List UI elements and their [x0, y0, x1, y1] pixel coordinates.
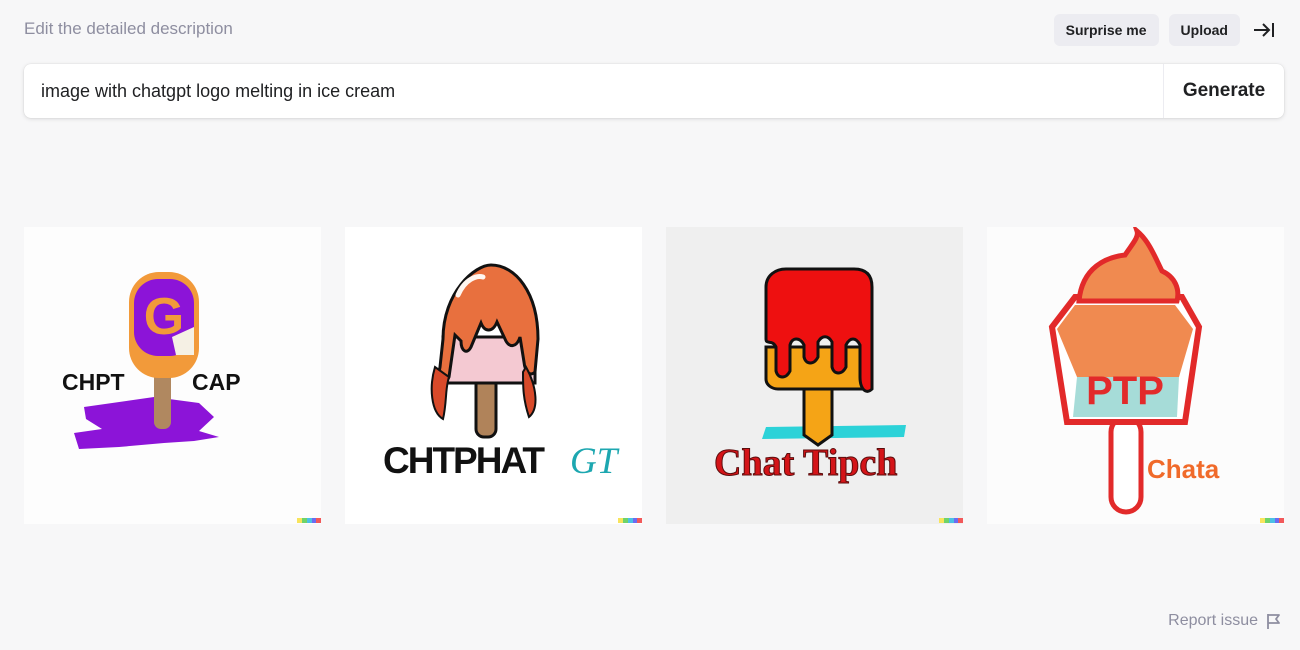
flag-icon — [1267, 613, 1280, 629]
report-issue-label: Report issue — [1168, 612, 1258, 629]
generated-image-3[interactable]: Chat Tipch — [666, 227, 963, 524]
popsicle-stick — [1108, 414, 1144, 515]
watermark-strip — [939, 518, 963, 523]
watermark-strip — [618, 518, 642, 523]
generated-image-4[interactable]: PTP Chata — [987, 227, 1284, 524]
popsicle-stick — [474, 375, 498, 439]
generate-button[interactable]: Generate — [1163, 64, 1284, 118]
image-text: CAP — [192, 369, 241, 395]
image-text: Chat Tipch — [714, 442, 897, 484]
image-text: Chata — [1147, 454, 1220, 484]
surprise-me-button[interactable]: Surprise me — [1053, 14, 1159, 46]
cream-swirl — [1076, 227, 1181, 304]
prompt-input[interactable] — [24, 64, 1163, 118]
watermark-strip — [1260, 518, 1284, 523]
image-text: CHPT — [62, 369, 125, 395]
report-issue-link[interactable]: Report issue — [1168, 612, 1282, 630]
generated-image-1[interactable]: G CHPT CAP — [24, 227, 321, 524]
upload-button[interactable]: Upload — [1168, 14, 1240, 46]
description-label: Edit the detailed description — [24, 19, 233, 38]
purple-melt-puddle — [74, 397, 219, 449]
prompt-bar: Generate — [24, 64, 1284, 118]
watermark-strip — [297, 518, 321, 523]
image-text: GT — [570, 441, 620, 482]
cyan-swoosh — [762, 425, 906, 439]
arrow-to-right-icon[interactable] — [1250, 14, 1278, 46]
generated-image-2[interactable]: CHTPHAT GT — [345, 227, 642, 524]
top-actions: Surprise me Upload — [1053, 14, 1278, 46]
image-gallery: G CHPT CAP CHTPHAT GT Chat Tipch PTP Cha… — [24, 227, 1284, 524]
image-text: PTP — [1086, 369, 1164, 413]
image-text: CHTPHAT — [383, 440, 545, 481]
